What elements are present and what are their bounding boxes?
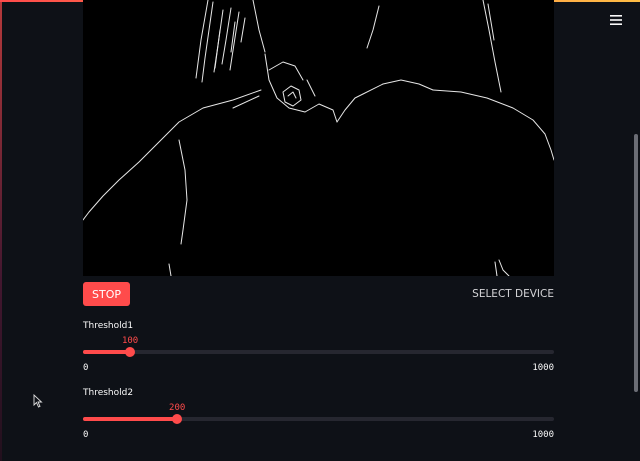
threshold2-slider-thumb[interactable]	[172, 414, 183, 424]
left-edge-glow	[0, 0, 2, 461]
app-root: STOP SELECT DEVICE Threshold1 100 0 1000…	[0, 0, 640, 461]
main-menu-button[interactable]	[608, 12, 624, 28]
threshold1-slider-track[interactable]	[83, 347, 554, 357]
mouse-pointer-icon	[33, 394, 43, 408]
stop-button[interactable]: STOP	[83, 282, 130, 306]
threshold2-slider-track[interactable]	[83, 414, 554, 424]
hamburger-icon	[610, 15, 622, 25]
scrollbar-thumb[interactable]	[634, 134, 638, 392]
threshold1-slider-fill	[83, 350, 131, 354]
select-device-button[interactable]: SELECT DEVICE	[462, 287, 554, 301]
threshold1-min-label: 0	[83, 363, 89, 373]
threshold2-label: Threshold2	[83, 388, 134, 398]
threshold2-max-label: 1000	[532, 430, 554, 440]
edge-detection-image	[83, 0, 554, 276]
threshold2-value: 200	[169, 403, 186, 413]
video-feed	[83, 0, 554, 276]
threshold2-min-label: 0	[83, 430, 89, 440]
threshold1-slider-thumb[interactable]	[125, 347, 136, 357]
threshold1-max-label: 1000	[532, 363, 554, 373]
threshold1-label: Threshold1	[83, 321, 134, 331]
threshold1-value: 100	[121, 336, 139, 346]
threshold2-slider-fill	[83, 417, 178, 421]
